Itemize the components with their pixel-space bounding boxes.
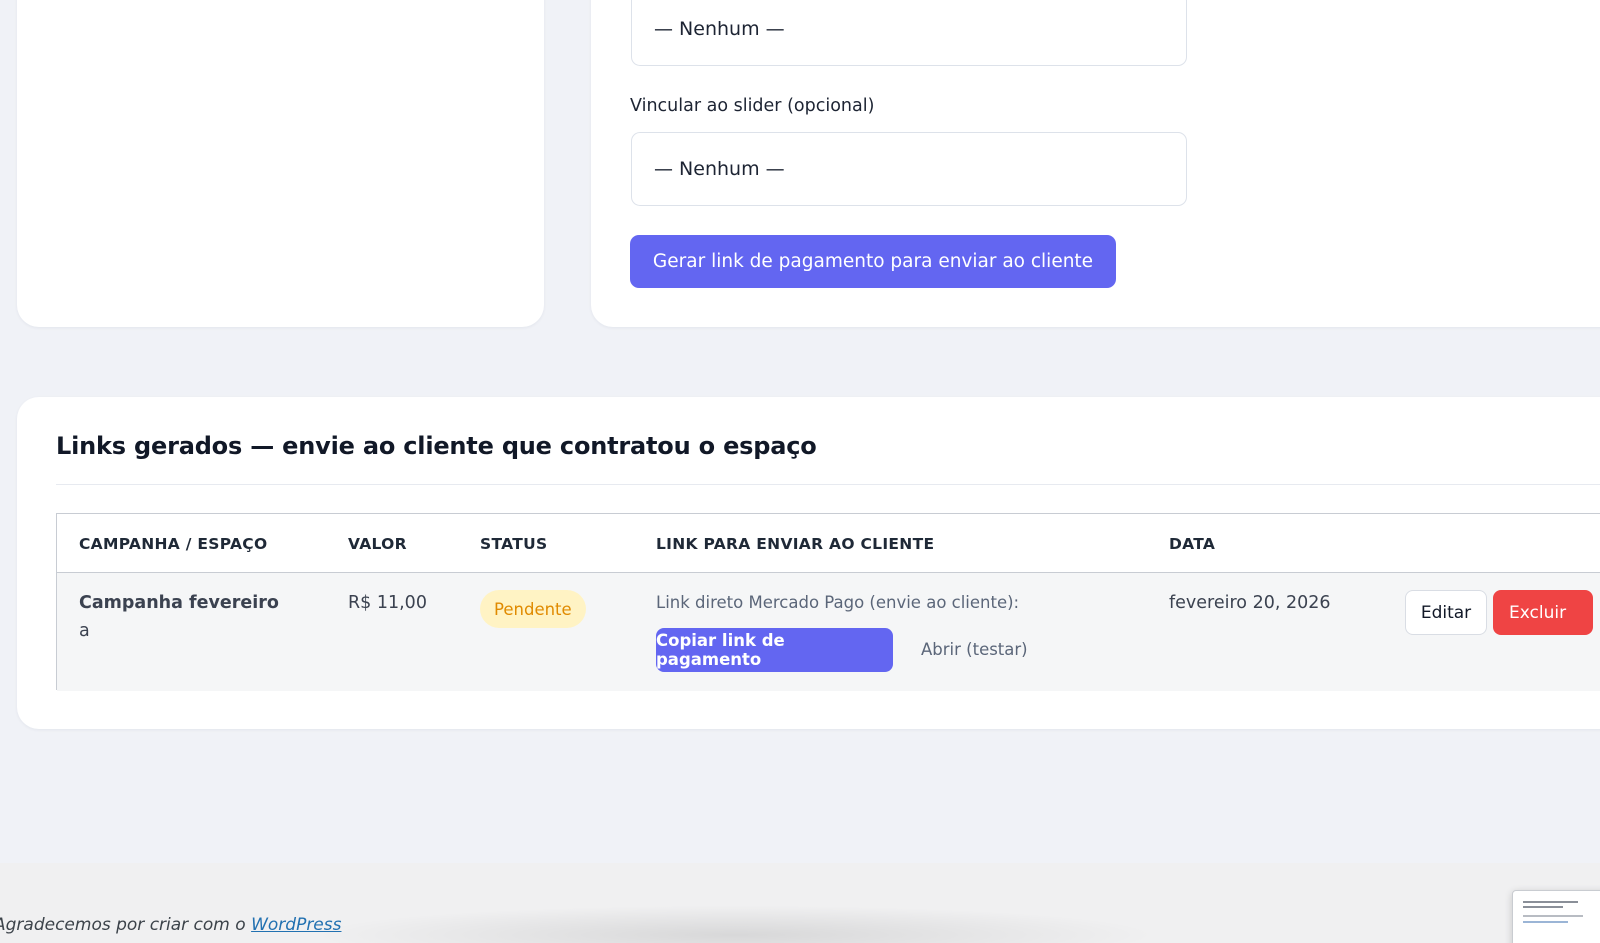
- campaign-space: a: [79, 621, 90, 641]
- column-header-date: DATA: [1169, 535, 1216, 553]
- select-field-top-value: — Nenhum —: [654, 18, 785, 40]
- table-header: CAMPANHA / ESPAÇO VALOR STATUS LINK PARA…: [57, 514, 1600, 573]
- slider-select-value: — Nenhum —: [654, 158, 785, 180]
- column-header-status: STATUS: [480, 535, 548, 553]
- links-table: CAMPANHA / ESPAÇO VALOR STATUS LINK PARA…: [56, 513, 1600, 691]
- slider-field-label: Vincular ao slider (opcional): [630, 96, 875, 116]
- footer-credit: Agradecemos por criar com o WordPress: [0, 915, 341, 935]
- slider-select[interactable]: — Nenhum —: [631, 132, 1187, 206]
- link-description: Link direto Mercado Pago (envie ao clien…: [656, 593, 1020, 612]
- footer-shadow: [310, 905, 1160, 943]
- section-title: Links gerados — envie ao cliente que con…: [56, 432, 817, 460]
- wordpress-link[interactable]: WordPress: [251, 915, 341, 935]
- thumbnail-line: [1523, 921, 1568, 923]
- column-header-value: VALOR: [348, 535, 407, 553]
- status-badge: Pendente: [480, 590, 586, 628]
- page: — Nenhum — Vincular ao slider (opcional)…: [0, 0, 1600, 943]
- date-cell: fevereiro 20, 2026: [1169, 593, 1331, 613]
- delete-button[interactable]: Excluir: [1493, 590, 1593, 635]
- table-row: Campanha fevereiro a R$ 11,00 Pendente L…: [57, 573, 1600, 691]
- select-field-top[interactable]: — Nenhum —: [631, 0, 1187, 66]
- thumbnail-line: [1523, 915, 1583, 917]
- copy-payment-link-button[interactable]: Copiar link de pagamento: [656, 628, 893, 672]
- screenshot-thumbnail[interactable]: [1512, 890, 1600, 943]
- value-cell: R$ 11,00: [348, 593, 427, 613]
- column-header-campaign: CAMPANHA / ESPAÇO: [79, 535, 268, 553]
- edit-button[interactable]: Editar: [1405, 590, 1487, 635]
- footer-credit-text: Agradecemos por criar com o: [0, 915, 246, 935]
- thumbnail-line: [1523, 906, 1563, 908]
- open-test-link[interactable]: Abrir (testar): [921, 640, 1028, 659]
- thumbnail-line: [1523, 901, 1578, 903]
- left-card: [17, 0, 544, 327]
- divider: [56, 484, 1600, 485]
- generate-payment-link-button[interactable]: Gerar link de pagamento para enviar ao c…: [630, 235, 1116, 288]
- column-header-link: LINK PARA ENVIAR AO CLIENTE: [656, 535, 935, 553]
- campaign-name: Campanha fevereiro: [79, 593, 279, 613]
